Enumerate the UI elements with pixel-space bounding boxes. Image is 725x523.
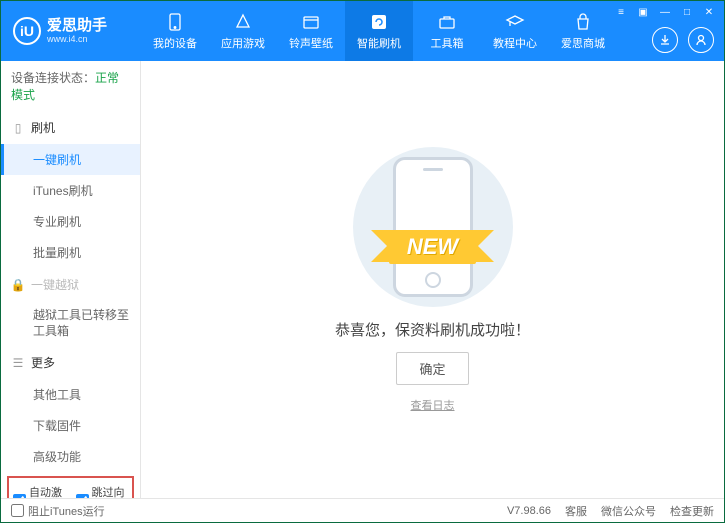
apps-icon xyxy=(233,12,253,32)
nav-label: 教程中心 xyxy=(493,35,537,51)
nav-label: 智能刷机 xyxy=(357,35,401,51)
bag-icon xyxy=(573,12,593,32)
phone-graphic-icon xyxy=(393,157,473,297)
app-logo-icon: iU xyxy=(13,17,41,45)
folder-icon xyxy=(301,12,321,32)
wechat-link[interactable]: 微信公众号 xyxy=(601,503,656,519)
sidebar-item-advanced[interactable]: 高级功能 xyxy=(1,441,140,472)
window-controls: ≡ ▣ — □ ✕ xyxy=(612,5,718,19)
nav-toolbox[interactable]: 工具箱 xyxy=(413,1,481,61)
nav-ringtones[interactable]: 铃声壁纸 xyxy=(277,1,345,61)
app-header: iU 爱思助手 www.i4.cn 我的设备 应用游戏 铃声壁纸 智能刷机 工具… xyxy=(1,1,724,61)
nav-store[interactable]: 爱思商城 xyxy=(549,1,617,61)
section-flash[interactable]: ▯刷机 xyxy=(1,111,140,144)
nav-tutorials[interactable]: 教程中心 xyxy=(481,1,549,61)
lock-icon: 🔒 xyxy=(11,278,25,292)
nav-my-device[interactable]: 我的设备 xyxy=(141,1,209,61)
header-right xyxy=(652,27,714,53)
section-more[interactable]: ☰更多 xyxy=(1,346,140,379)
new-ribbon: NEW xyxy=(389,230,476,264)
main-nav: 我的设备 应用游戏 铃声壁纸 智能刷机 工具箱 教程中心 爱思商城 xyxy=(141,1,617,61)
jailbreak-note: 越狱工具已转移至工具箱 xyxy=(1,301,140,346)
maximize-icon[interactable]: □ xyxy=(678,5,696,19)
list-icon: ☰ xyxy=(11,356,25,370)
user-button[interactable] xyxy=(688,27,714,53)
nav-label: 铃声壁纸 xyxy=(289,35,333,51)
options-box: 自动激活 跳过向导 xyxy=(7,476,134,498)
support-link[interactable]: 客服 xyxy=(565,503,587,519)
sidebar-item-itunes-flash[interactable]: iTunes刷机 xyxy=(1,175,140,206)
phone-icon xyxy=(165,12,185,32)
sidebar-item-one-click-flash[interactable]: 一键刷机 xyxy=(1,144,140,175)
nav-label: 工具箱 xyxy=(431,35,464,51)
check-update-link[interactable]: 检查更新 xyxy=(670,503,714,519)
main-content: NEW 恭喜您，保资料刷机成功啦！ 确定 查看日志 xyxy=(141,61,724,498)
refresh-icon xyxy=(369,12,389,32)
minimize-icon[interactable]: — xyxy=(656,5,674,19)
sidebar: 设备连接状态：正常模式 ▯刷机 一键刷机 iTunes刷机 专业刷机 批量刷机 … xyxy=(1,61,141,498)
connection-status: 设备连接状态：正常模式 xyxy=(1,61,140,111)
footer: 阻止iTunes运行 V7.98.66 客服 微信公众号 检查更新 xyxy=(1,498,724,522)
success-illustration: NEW xyxy=(333,147,533,307)
download-button[interactable] xyxy=(652,27,678,53)
version-label: V7.98.66 xyxy=(507,505,551,517)
nav-smart-flash[interactable]: 智能刷机 xyxy=(345,1,413,61)
checkbox-auto-activate[interactable]: 自动激活 xyxy=(13,484,66,498)
checkbox-skip-guide[interactable]: 跳过向导 xyxy=(76,484,129,498)
phone-small-icon: ▯ xyxy=(11,121,25,135)
app-name: 爱思助手 xyxy=(47,18,107,35)
view-log-link[interactable]: 查看日志 xyxy=(411,397,455,413)
sidebar-item-batch-flash[interactable]: 批量刷机 xyxy=(1,237,140,268)
nav-label: 爱思商城 xyxy=(561,35,605,51)
sidebar-item-pro-flash[interactable]: 专业刷机 xyxy=(1,206,140,237)
sidebar-item-other-tools[interactable]: 其他工具 xyxy=(1,379,140,410)
success-message: 恭喜您，保资料刷机成功啦！ xyxy=(335,319,530,340)
sidebar-item-download-firmware[interactable]: 下载固件 xyxy=(1,410,140,441)
skin-icon[interactable]: ▣ xyxy=(634,5,652,19)
menu-icon[interactable]: ≡ xyxy=(612,5,630,19)
ok-button[interactable]: 确定 xyxy=(396,352,468,385)
checkbox-block-itunes[interactable]: 阻止iTunes运行 xyxy=(11,503,105,519)
close-icon[interactable]: ✕ xyxy=(700,5,718,19)
nav-apps-games[interactable]: 应用游戏 xyxy=(209,1,277,61)
nav-label: 我的设备 xyxy=(153,35,197,51)
toolbox-icon xyxy=(437,12,457,32)
app-site: www.i4.cn xyxy=(47,34,107,44)
logo-area: iU 爱思助手 www.i4.cn xyxy=(1,17,141,45)
grad-cap-icon xyxy=(505,12,525,32)
section-jailbreak[interactable]: 🔒一键越狱 xyxy=(1,268,140,301)
nav-label: 应用游戏 xyxy=(221,35,265,51)
